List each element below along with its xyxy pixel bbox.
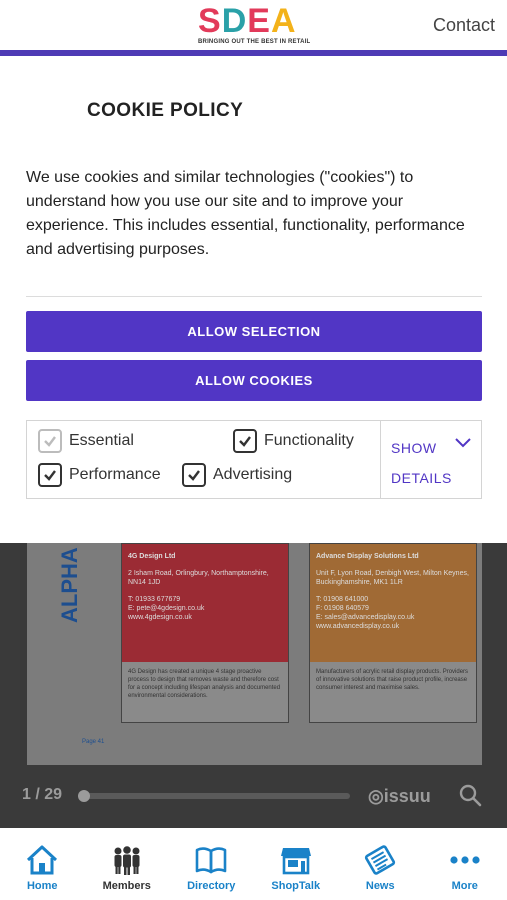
issuu-icon: ◎ — [368, 786, 384, 806]
option-essential: Essential — [38, 429, 134, 453]
magazine-viewer[interactable]: ALPHA 4G Design Ltd 2 Isham Road, Orling… — [0, 543, 507, 828]
allow-cookies-button[interactable]: ALLOW COOKIES — [26, 360, 482, 401]
advertising-checkbox[interactable] — [182, 463, 206, 487]
more-icon — [450, 856, 480, 864]
card-right-desc: Manufacturers of acrylic retail display … — [310, 662, 476, 722]
card-right-email: E: sales@advancedisplay.co.uk — [316, 614, 415, 621]
logo-letters: S D E A — [198, 2, 295, 40]
header: S D E A BRINGING OUT THE BEST IN RETAIL … — [0, 0, 507, 50]
members-icon — [114, 846, 140, 875]
slider-knob[interactable] — [78, 790, 90, 802]
card-left-address: 2 Isham Road, Orlingbury, Northamptonshi… — [128, 570, 269, 586]
card-left-desc: 4G Design has created a unique 4 stage p… — [122, 662, 288, 722]
show-details-toggle[interactable]: SHOW DETAILS — [380, 421, 482, 498]
check-icon — [44, 436, 56, 447]
page-count: 1 / 29 — [22, 786, 63, 803]
tab-directory[interactable]: Directory — [169, 828, 254, 900]
chevron-down-icon — [455, 438, 471, 448]
essential-checkbox — [38, 429, 62, 453]
details-label: DETAILS — [391, 470, 452, 486]
option-advertising[interactable]: Advertising — [182, 463, 292, 487]
side-label: ALPHA — [57, 547, 82, 623]
tab-directory-label: Directory — [187, 880, 236, 892]
bottom-tab-bar: Home Members Directory ShopTalk News Mor… — [0, 828, 507, 900]
performance-label[interactable]: Performance — [69, 466, 161, 484]
option-performance[interactable]: Performance — [38, 463, 161, 487]
logo-tagline: BRINGING OUT THE BEST IN RETAIL — [198, 39, 311, 45]
card-right-phone: T: 01908 641000 — [316, 596, 369, 603]
viewer-controls: 1 / 29 ◎issuu — [0, 783, 507, 813]
card-left-web: www.4gdesign.co.uk — [128, 614, 192, 621]
tab-shoptalk[interactable]: ShopTalk — [254, 828, 339, 900]
card-left-phone: T: 01933 677679 — [128, 596, 181, 603]
allow-selection-button[interactable]: ALLOW SELECTION — [26, 311, 482, 352]
advertising-label[interactable]: Advertising — [213, 466, 292, 484]
page-slider[interactable] — [78, 790, 350, 802]
tab-news-label: News — [365, 880, 395, 892]
issuu-logo[interactable]: ◎issuu — [368, 786, 431, 807]
option-functionality[interactable]: Functionality — [233, 429, 354, 453]
tab-home-label: Home — [26, 880, 58, 892]
check-icon — [239, 436, 251, 447]
card-right-fax: F: 01908 640579 — [316, 605, 369, 612]
tab-shoptalk-label: ShopTalk — [271, 880, 321, 892]
divider — [26, 296, 482, 297]
news-icon — [365, 845, 396, 875]
page-number: Page 41 — [82, 739, 105, 745]
tab-home[interactable]: Home — [0, 828, 85, 900]
cookie-title: COOKIE POLICY — [87, 100, 244, 121]
functionality-label[interactable]: Functionality — [264, 432, 354, 450]
card-right-name: Advance Display Solutions Ltd — [316, 553, 419, 560]
card-left-name: 4G Design Ltd — [128, 553, 176, 560]
home-icon — [27, 845, 58, 875]
directory-card-right: Advance Display Solutions Ltd Unit F, Ly… — [309, 543, 477, 723]
cookie-options: Essential Functionality Performance Adve… — [26, 420, 482, 499]
card-right-web: www.advancedisplay.co.uk — [316, 623, 400, 630]
check-icon — [44, 470, 56, 481]
directory-card-left: 4G Design Ltd 2 Isham Road, Orlingbury, … — [121, 543, 289, 723]
functionality-checkbox[interactable] — [233, 429, 257, 453]
contact-link[interactable]: Contact — [433, 15, 495, 36]
magazine-page: ALPHA 4G Design Ltd 2 Isham Road, Orling… — [27, 543, 482, 765]
essential-label: Essential — [69, 432, 134, 449]
tab-more[interactable]: More — [423, 828, 507, 900]
zoom-icon[interactable] — [458, 783, 482, 807]
cookie-description: We use cookies and similar technologies … — [26, 169, 465, 258]
cookie-policy-dialog: COOKIE POLICY We use cookies and similar… — [0, 56, 507, 543]
tab-members-label: Members — [102, 880, 151, 892]
book-icon — [195, 847, 227, 874]
shop-icon — [280, 848, 311, 875]
performance-checkbox[interactable] — [38, 463, 62, 487]
tab-more-label: More — [451, 880, 478, 892]
tab-members[interactable]: Members — [85, 828, 170, 900]
card-right-address: Unit F, Lyon Road, Denbigh West, Milton … — [316, 570, 469, 586]
check-icon — [188, 470, 200, 481]
card-left-email: E: pete@4gdesign.co.uk — [128, 605, 205, 612]
tab-news[interactable]: News — [338, 828, 423, 900]
sdea-logo[interactable]: S D E A BRINGING OUT THE BEST IN RETAIL — [198, 4, 310, 48]
